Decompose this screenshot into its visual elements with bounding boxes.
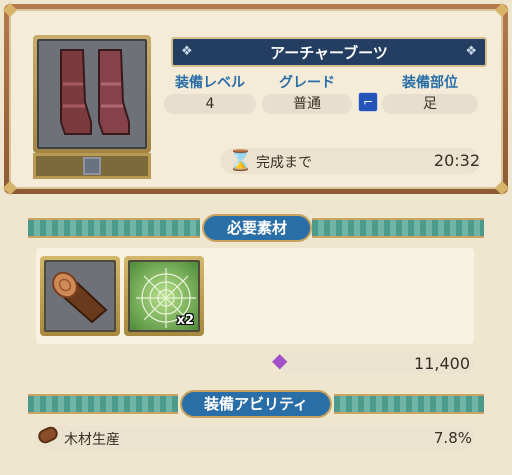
grade-value: 普通: [262, 94, 352, 114]
materials-title: 必要素材: [202, 214, 312, 242]
corner-ornament: [2, 180, 18, 196]
item-name-banner: ❖ アーチャーブーツ ❖: [171, 37, 487, 67]
corner-ornament: [494, 180, 510, 196]
material-bg: [44, 260, 116, 332]
ability-name: 木材生産: [64, 432, 120, 448]
cost-value: 11,400: [414, 354, 470, 373]
material-slot-log[interactable]: [40, 256, 120, 336]
corner-ornament: [2, 2, 18, 18]
ability-title: 装備アビリティ: [180, 390, 332, 418]
header-ornament: [312, 218, 484, 238]
equip-slot-value: 足: [382, 94, 478, 114]
item-icon-bg: [37, 39, 147, 149]
material-count: x2: [176, 313, 194, 328]
materials-header: 必要素材: [28, 212, 484, 242]
material-bg: x2: [128, 260, 200, 332]
timer-label: 完成まで: [256, 155, 312, 171]
header-ornament: [28, 218, 200, 238]
log-icon: [52, 271, 108, 324]
boot-slot-icon: ⌐: [358, 92, 378, 112]
item-name: アーチャーブーツ: [270, 43, 388, 62]
boots-icon: [60, 49, 130, 135]
ornament-icon: ❖: [465, 44, 477, 59]
ornament-icon: ❖: [181, 44, 193, 59]
hourglass-icon: ⌛: [228, 148, 253, 172]
ability-header: 装備アビリティ: [28, 388, 484, 418]
item-icon-frame[interactable]: [33, 35, 151, 153]
corner-ornament: [494, 2, 510, 18]
header-ornament: [334, 394, 484, 414]
timer-value: 20:32: [433, 151, 480, 170]
material-slot-spider-web[interactable]: x2: [124, 256, 204, 336]
item-slot-bar: [33, 153, 151, 179]
equip-level-label: 装備レベル: [175, 75, 245, 91]
ability-value: 7.8%: [433, 429, 472, 447]
equip-level-value: 4: [164, 94, 256, 114]
equip-slot-label: 装備部位: [402, 75, 458, 91]
grade-label: グレード: [279, 75, 335, 91]
crystal-icon: ◆: [272, 348, 288, 372]
header-ornament: [28, 394, 178, 414]
gem-slot-icon[interactable]: [83, 157, 101, 175]
